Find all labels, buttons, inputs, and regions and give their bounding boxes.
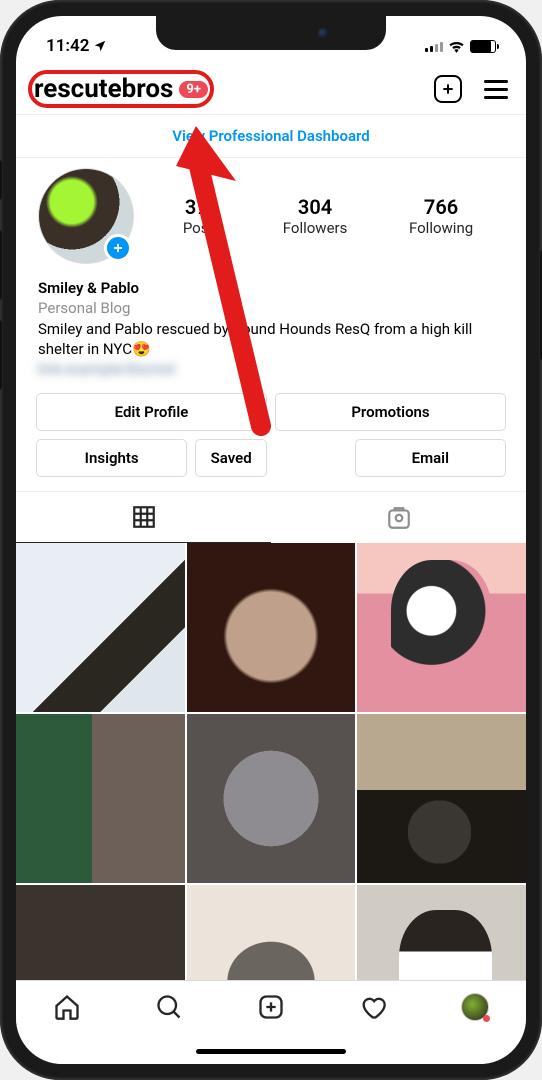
home-icon[interactable] (53, 993, 81, 1021)
following-count: 766 (409, 195, 473, 219)
reels-icon[interactable] (257, 993, 285, 1021)
posts-label: Posts (183, 219, 221, 237)
email-button[interactable]: Email (355, 439, 506, 477)
grid-icon (131, 504, 157, 530)
profile-header: rescutebros 9+ (16, 66, 526, 114)
grid-tab[interactable] (16, 492, 271, 543)
phone-frame: 11:42 rescutebros 9+ (0, 0, 542, 1080)
following-stat[interactable]: 766 Following (409, 195, 473, 237)
edit-profile-button[interactable]: Edit Profile (36, 393, 267, 431)
post-thumbnail[interactable] (357, 714, 526, 883)
content-tabs (16, 491, 526, 543)
location-icon (93, 39, 107, 53)
post-thumbnail[interactable] (187, 714, 356, 883)
post-thumbnail[interactable] (16, 714, 185, 883)
add-story-icon (104, 234, 132, 262)
home-indicator (196, 1049, 346, 1054)
followers-label: Followers (283, 219, 348, 237)
posts-stat[interactable]: 370 Posts (183, 195, 221, 237)
posts-count: 370 (183, 195, 221, 219)
posts-grid (16, 543, 526, 1053)
cellular-icon (425, 40, 443, 52)
activity-icon[interactable] (359, 993, 387, 1021)
menu-button[interactable] (484, 80, 508, 99)
bio-link-blurred: link.example/blurred (38, 359, 504, 379)
followers-stat[interactable]: 304 Followers (283, 195, 348, 237)
bio-text: Smiley and Pablo rescued by Pound Hounds… (38, 319, 504, 360)
post-thumbnail[interactable] (357, 543, 526, 712)
tagged-tab[interactable] (271, 492, 526, 543)
category-label: Personal Blog (38, 298, 504, 318)
promotions-button[interactable]: Promotions (275, 393, 506, 431)
profile-nav-avatar[interactable] (461, 993, 489, 1021)
insights-button[interactable]: Insights (36, 439, 187, 477)
wifi-icon (448, 40, 465, 53)
plus-square-icon (434, 75, 462, 103)
search-icon[interactable] (155, 993, 183, 1021)
action-buttons: Edit Profile Promotions Insights Saved E… (16, 393, 526, 491)
profile-summary: 370 Posts 304 Followers 766 Following (16, 158, 526, 268)
tagged-icon (386, 505, 412, 531)
professional-dashboard-link[interactable]: View Professional Dashboard (16, 115, 526, 157)
post-thumbnail[interactable] (16, 543, 185, 712)
status-time: 11:42 (46, 36, 89, 56)
battery-icon (470, 40, 496, 53)
post-thumbnail[interactable] (187, 543, 356, 712)
username-label: rescutebros (34, 74, 173, 104)
notification-badge: 9+ (179, 81, 208, 98)
avatar[interactable] (38, 168, 134, 264)
new-post-button[interactable] (434, 75, 462, 103)
bio-section: Smiley & Pablo Personal Blog Smiley and … (16, 268, 526, 393)
username-dropdown[interactable]: rescutebros 9+ (34, 74, 208, 104)
followers-count: 304 (283, 195, 348, 219)
notch (156, 16, 386, 50)
following-label: Following (409, 219, 473, 237)
bottom-nav (16, 980, 526, 1064)
display-name: Smiley & Pablo (38, 278, 504, 298)
screen: 11:42 rescutebros 9+ (16, 16, 526, 1064)
saved-button[interactable]: Saved (195, 439, 267, 477)
